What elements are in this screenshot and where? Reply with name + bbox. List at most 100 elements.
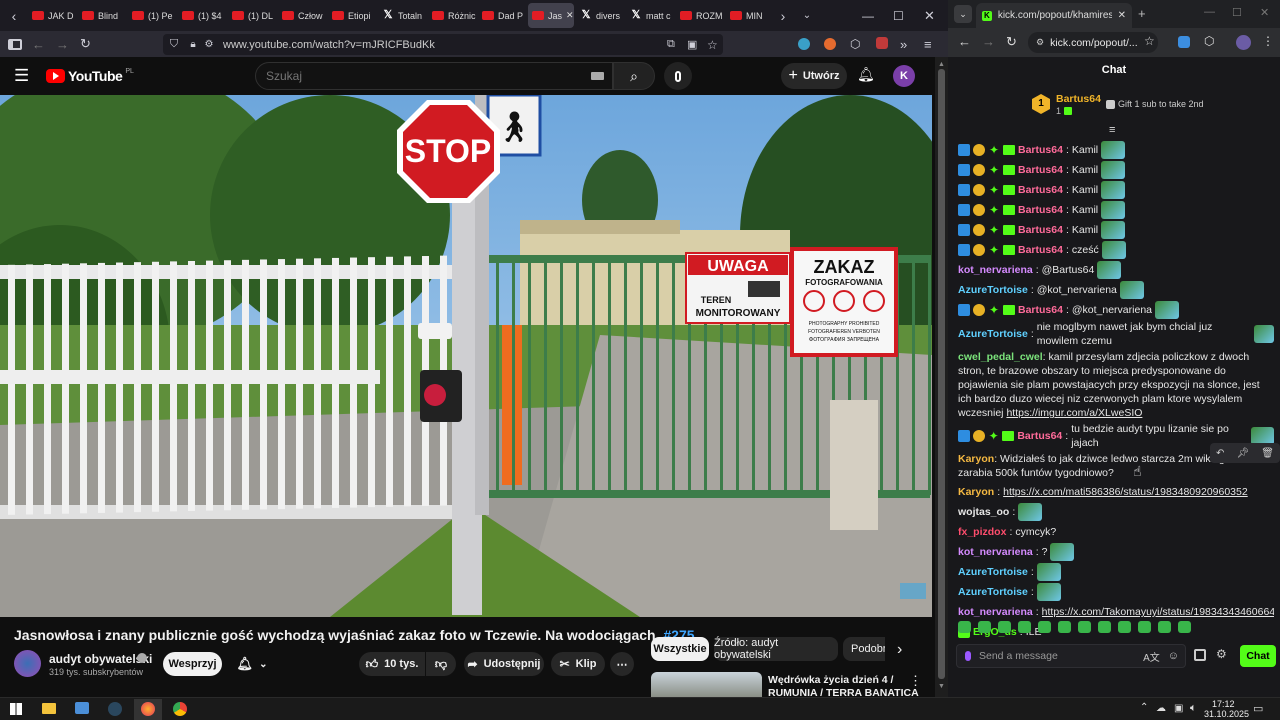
- kick-back-icon[interactable]: ←: [958, 34, 971, 49]
- chat-username[interactable]: kot_nervariena: [958, 545, 1033, 559]
- page-scrollbar[interactable]: ▲ ▼: [935, 57, 948, 697]
- more-tools-icon[interactable]: »: [900, 37, 907, 52]
- quick-emote[interactable]: [1138, 621, 1151, 633]
- close-window-icon[interactable]: ✕: [924, 8, 935, 24]
- pin-icon[interactable]: 📌︎: [1236, 448, 1249, 459]
- chat-username[interactable]: Bartus64: [1018, 163, 1063, 177]
- recommendation-title-1[interactable]: Wędrówka życia dzień 4 /: [768, 674, 893, 686]
- chat-username[interactable]: kot_nervariena: [958, 605, 1033, 619]
- chrome-maximize-icon[interactable]: ☐: [1232, 6, 1242, 19]
- maximize-window-icon[interactable]: ☐: [893, 9, 904, 23]
- quick-emote[interactable]: [1058, 621, 1071, 633]
- browser-tab[interactable]: ROZM: [676, 3, 724, 28]
- browser-tab[interactable]: 𝕏divers: [576, 3, 624, 28]
- browser-tab[interactable]: 𝕏matt c: [626, 3, 674, 28]
- chat-message[interactable]: AzureTortoise: nie moglbym nawet jak bym…: [958, 320, 1274, 348]
- chat-username[interactable]: AzureTortoise: [958, 327, 1028, 341]
- chat-message[interactable]: fx_pizdox: cymcyk?: [958, 522, 1274, 542]
- chat-link[interactable]: https://x.com/mati586386/status/19834809…: [1003, 485, 1248, 499]
- quick-emote[interactable]: [1178, 621, 1191, 633]
- clock-time[interactable]: 17:12: [1212, 699, 1235, 709]
- chat-message[interactable]: ✦ Bartus64: Kamil: [958, 180, 1274, 200]
- monitor-app-icon[interactable]: [75, 702, 89, 714]
- quick-emote[interactable]: [998, 621, 1011, 633]
- chat-settings-icon[interactable]: ⚙: [1216, 647, 1227, 661]
- kick-extensions-icon[interactable]: ⬡: [1204, 34, 1214, 48]
- notification-dropdown-button[interactable]: 🔔︎ ⌄: [227, 652, 277, 676]
- support-button[interactable]: Wesprzyj: [163, 652, 222, 676]
- emoji-icon[interactable]: ☺: [1168, 650, 1179, 662]
- onedrive-icon[interactable]: ☁: [1156, 703, 1166, 714]
- browser-tab[interactable]: MIN: [726, 3, 774, 28]
- browser-tab[interactable]: Dad P: [478, 3, 526, 28]
- browser-tab[interactable]: Jas ✕: [528, 3, 574, 28]
- chat-username[interactable]: Bartus64: [1017, 429, 1062, 443]
- browser-tab[interactable]: 𝕏 Totaln: [378, 3, 426, 28]
- quick-emote[interactable]: [958, 621, 971, 633]
- volume-icon[interactable]: 🔈︎: [1190, 702, 1197, 715]
- quick-emote[interactable]: [1038, 621, 1051, 633]
- clock-date[interactable]: 31.10.2025: [1204, 709, 1249, 719]
- kick-extension-icon[interactable]: [1178, 36, 1190, 48]
- search-input[interactable]: [266, 69, 566, 83]
- voice-search-button[interactable]: [664, 62, 692, 90]
- chat-username[interactable]: fx_pizdox: [958, 525, 1006, 539]
- tab-list-dropdown-icon[interactable]: ⌄: [792, 10, 822, 21]
- chip-all[interactable]: Wszystkie: [651, 637, 709, 661]
- notifications-icon[interactable]: ▭: [1253, 702, 1263, 715]
- file-explorer-icon[interactable]: [42, 703, 56, 714]
- create-button[interactable]: + Utwórz: [781, 63, 847, 89]
- quick-emote[interactable]: [1158, 621, 1171, 633]
- chat-username[interactable]: AzureTortoise: [958, 585, 1028, 599]
- chat-message[interactable]: AzureTortoise: @kot_nervariena: [958, 280, 1274, 300]
- bookmark-star-icon[interactable]: ☆: [707, 38, 718, 52]
- chat-message[interactable]: ✦ Bartus64: @kot_nervariena: [958, 300, 1274, 320]
- extension-shield-icon[interactable]: [798, 38, 810, 50]
- tab-scroll-right-icon[interactable]: ›: [774, 8, 792, 24]
- video-player[interactable]: 🚶︎ STOP UWAGA TEREN MONITOROWANY ZAKAZ F…: [0, 95, 932, 617]
- chat-username[interactable]: Bartus64: [1018, 243, 1063, 257]
- address-bar[interactable]: ⛉ 🔒︎ ⚙ www.youtube.com/watch?v=mJRICFBud…: [163, 34, 723, 55]
- menu-icon[interactable]: ≡: [924, 37, 932, 52]
- url-text[interactable]: www.youtube.com/watch?v=mJRICFBudKk: [223, 39, 435, 51]
- chat-message[interactable]: AzureTortoise:: [958, 562, 1274, 582]
- quick-emote[interactable]: [978, 621, 991, 633]
- chat-username[interactable]: Bartus64: [1018, 143, 1063, 157]
- chat-username[interactable]: wojtas_oo: [958, 505, 1009, 519]
- kick-profile-icon[interactable]: [1236, 35, 1251, 50]
- channel-avatar[interactable]: [14, 650, 41, 677]
- store-icon[interactable]: [1194, 649, 1206, 661]
- chat-message[interactable]: ✦ Bartus64: Kamil: [958, 140, 1274, 160]
- tab-close-icon[interactable]: ✕: [1118, 10, 1126, 21]
- chat-message[interactable]: ✦ Bartus64: Kamil: [958, 200, 1274, 220]
- chat-message[interactable]: kot_nervariena: @Bartus64: [958, 260, 1274, 280]
- delete-icon[interactable]: 🗑︎: [1261, 448, 1274, 459]
- extension-badge-icon[interactable]: [876, 37, 888, 49]
- search-box[interactable]: [255, 62, 613, 90]
- chat-username[interactable]: Bartus64: [1018, 303, 1063, 317]
- shield-icon[interactable]: ⛉: [163, 38, 185, 51]
- more-actions-button[interactable]: ⋯: [610, 652, 634, 676]
- extensions-icon[interactable]: ⬡: [850, 37, 860, 51]
- chat-message[interactable]: kot_nervariena: https://x.com/Takomayuyi…: [958, 602, 1274, 622]
- quick-emote[interactable]: [1078, 621, 1091, 633]
- gifter-name[interactable]: Bartus64: [1056, 93, 1101, 105]
- translate-icon[interactable]: A文: [1143, 649, 1160, 664]
- reply-icon[interactable]: ↶: [1216, 448, 1224, 459]
- kick-reload-icon[interactable]: ↻: [1006, 34, 1017, 50]
- microphone-icon[interactable]: [965, 651, 971, 661]
- chrome-minimize-icon[interactable]: —: [1204, 6, 1215, 18]
- quick-emote[interactable]: [1018, 621, 1031, 633]
- chat-username[interactable]: Bartus64: [1018, 203, 1063, 217]
- chat-input-placeholder[interactable]: Send a message: [979, 650, 1135, 662]
- share-button[interactable]: ➦ Udostępnij: [464, 652, 544, 676]
- kick-address-bar[interactable]: ⚙ kick.com/popout/...: [1028, 32, 1158, 53]
- chat-username[interactable]: Bartus64: [1018, 223, 1063, 237]
- back-icon[interactable]: ←: [32, 37, 45, 52]
- chat-username[interactable]: Karyon: [958, 453, 994, 465]
- kick-tab[interactable]: K kick.com/popout/khamires/chat ✕: [976, 3, 1132, 28]
- scrollbar-thumb[interactable]: [938, 69, 945, 679]
- recommendation-thumbnail[interactable]: [651, 672, 762, 697]
- chat-input-box[interactable]: Send a message A文 ☺: [956, 644, 1186, 668]
- youtube-logo[interactable]: YouTube PL: [46, 68, 134, 84]
